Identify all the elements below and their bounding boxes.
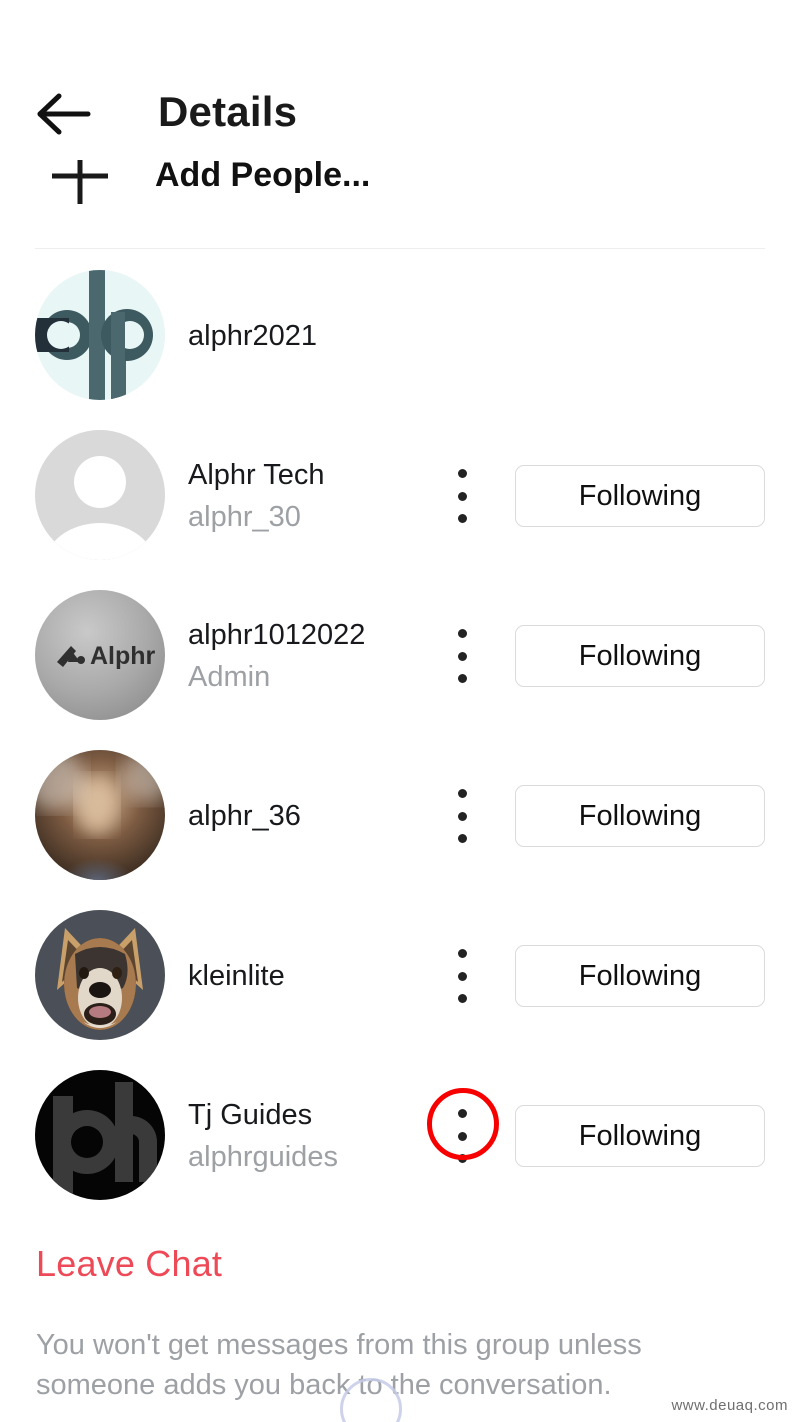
- add-people-label: Add People...: [155, 160, 371, 194]
- plus-icon: [44, 160, 116, 212]
- member-name: alphr1012022: [188, 618, 366, 651]
- avatar[interactable]: [35, 430, 165, 560]
- member-options-button[interactable]: [447, 626, 477, 686]
- member-options-button[interactable]: [447, 786, 477, 846]
- list-item[interactable]: Tj Guides alphrguides Following: [0, 1056, 800, 1216]
- member-name: kleinlite: [188, 959, 285, 992]
- page-title: Details: [158, 88, 298, 135]
- following-button[interactable]: Following: [515, 945, 765, 1007]
- svg-text:Alphr: Alphr: [90, 642, 156, 670]
- kebab-dot: [457, 629, 467, 638]
- kebab-dot: [457, 1154, 467, 1163]
- details-screen: Details Add People... alphr2021 Alphr Te…: [0, 0, 800, 1422]
- member-names: alphr1012022 Admin: [188, 576, 365, 736]
- kebab-dot: [457, 1131, 467, 1141]
- logo-alp-icon: [35, 270, 165, 400]
- kebab-dot: [457, 811, 467, 821]
- list-item[interactable]: alphr2021: [0, 256, 800, 416]
- default-person-icon: [35, 430, 165, 560]
- kebab-dot: [457, 1109, 467, 1118]
- member-name: Tj Guides: [188, 1098, 313, 1131]
- kebab-dot: [457, 674, 467, 683]
- member-list: alphr2021 Alphr Tech alphr_30 Following …: [0, 256, 800, 1216]
- avatar[interactable]: [35, 1070, 165, 1200]
- kebab-dot: [457, 491, 467, 501]
- kebab-dot: [457, 994, 467, 1003]
- member-options-button[interactable]: [447, 946, 477, 1006]
- leave-chat-note: You won't get messages from this group u…: [36, 1329, 642, 1402]
- leave-chat-button[interactable]: Leave Chat: [36, 1243, 222, 1285]
- add-people-row[interactable]: Add People...: [0, 160, 800, 216]
- kebab-dot: [457, 514, 467, 523]
- kebab-dot: [457, 834, 467, 843]
- list-item[interactable]: Alphr alphr1012022 Admin Following: [0, 576, 800, 736]
- member-name: alphr_36: [188, 799, 301, 832]
- blurred-portrait-icon: [35, 750, 165, 880]
- member-names: kleinlite: [188, 896, 285, 1056]
- avatar[interactable]: [35, 910, 165, 1040]
- following-button[interactable]: Following: [515, 1105, 765, 1167]
- following-button[interactable]: Following: [515, 785, 765, 847]
- kebab-dot: [457, 469, 467, 478]
- member-names: Tj Guides alphrguides: [188, 1056, 338, 1216]
- member-names: alphr2021: [188, 256, 317, 416]
- arrow-left-icon: [36, 93, 92, 140]
- kebab-dot: [457, 949, 467, 958]
- member-handle: alphrguides: [188, 1141, 338, 1173]
- watermark: www.deuaq.com: [671, 1397, 788, 1414]
- member-names: Alphr Tech alphr_30: [188, 416, 325, 576]
- member-names: alphr_36: [188, 736, 301, 896]
- list-item[interactable]: alphr_36 Following: [0, 736, 800, 896]
- avatar[interactable]: [35, 750, 165, 880]
- following-button[interactable]: Following: [515, 625, 765, 687]
- member-name: Alphr Tech: [188, 458, 325, 491]
- member-role: Admin: [188, 661, 271, 693]
- member-handle: alphr_30: [188, 501, 301, 533]
- dog-photo-icon: [35, 910, 165, 1040]
- avatar[interactable]: [35, 270, 165, 400]
- member-name: alphr2021: [188, 319, 317, 352]
- kebab-dot: [457, 651, 467, 661]
- section-divider: [35, 248, 765, 249]
- member-options-button[interactable]: [447, 466, 477, 526]
- logo-ph-black-icon: [35, 1070, 165, 1200]
- member-options-button[interactable]: [447, 1106, 477, 1166]
- kebab-dot: [457, 789, 467, 798]
- list-item[interactable]: Alphr Tech alphr_30 Following: [0, 416, 800, 576]
- avatar[interactable]: Alphr: [35, 590, 165, 720]
- back-button[interactable]: [36, 92, 92, 140]
- following-button[interactable]: Following: [515, 465, 765, 527]
- logo-alphr-grey-icon: Alphr: [35, 590, 165, 720]
- header: Details: [0, 0, 800, 160]
- list-item[interactable]: kleinlite Following: [0, 896, 800, 1056]
- kebab-dot: [457, 971, 467, 981]
